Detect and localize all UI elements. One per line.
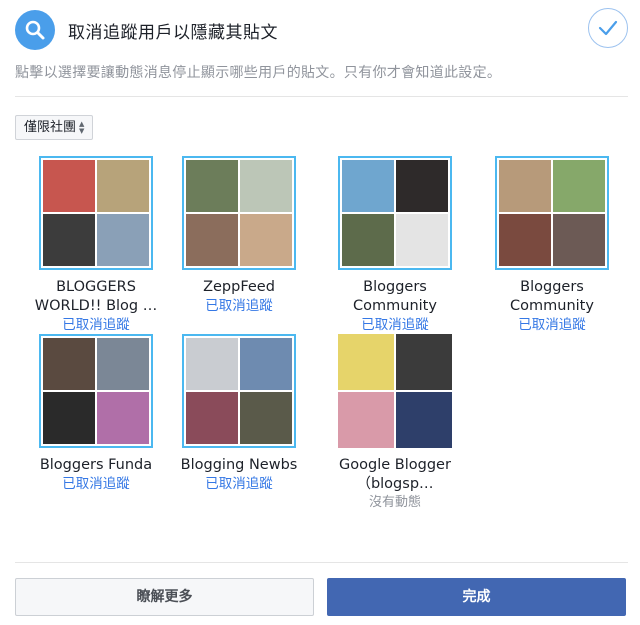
done-button[interactable]: 完成 bbox=[327, 578, 626, 616]
profile-photo bbox=[240, 160, 292, 212]
page-name: Bloggers Community bbox=[510, 279, 594, 314]
profile-photo bbox=[499, 214, 551, 266]
profile-photo bbox=[97, 214, 149, 266]
profile-photo bbox=[396, 392, 452, 448]
page-status: 已取消追蹤 bbox=[518, 317, 586, 333]
profile-photo bbox=[43, 214, 95, 266]
dialog-header: 取消追蹤用戶以隱藏其貼文 bbox=[0, 0, 640, 58]
profile-photo bbox=[186, 160, 238, 212]
dialog-description: 點擊以選擇要讓動態消息停止顯示哪些用戶的貼文。只有你才會知道此設定。 bbox=[15, 65, 502, 81]
page-name: BLOGGERS WORLD!! Blog … bbox=[34, 279, 158, 314]
page-name: Bloggers Community bbox=[353, 279, 437, 314]
profile-photo bbox=[186, 392, 238, 444]
divider bbox=[15, 96, 628, 97]
profile-photo bbox=[97, 160, 149, 212]
profile-photo bbox=[240, 214, 292, 266]
page-item[interactable]: ZeppFeed 已取消追蹤 bbox=[164, 156, 314, 315]
page-thumbnail[interactable] bbox=[182, 334, 296, 448]
profile-photo bbox=[43, 160, 95, 212]
page-thumbnail[interactable] bbox=[338, 156, 452, 270]
profile-photo bbox=[43, 338, 95, 390]
page-item[interactable]: Blogging Newbs 已取消追蹤 bbox=[164, 334, 314, 493]
page-status: 已取消追蹤 bbox=[62, 476, 130, 492]
page-status: 已取消追蹤 bbox=[205, 476, 273, 492]
learn-more-button[interactable]: 瞭解更多 bbox=[15, 578, 314, 616]
profile-photo bbox=[97, 392, 149, 444]
profile-photo bbox=[240, 392, 292, 444]
page-status: 已取消追蹤 bbox=[62, 317, 130, 333]
page-item[interactable]: Bloggers Funda 已取消追蹤 bbox=[21, 334, 171, 493]
profile-photo bbox=[338, 334, 394, 390]
profile-photo bbox=[396, 214, 448, 266]
page-thumbnail[interactable] bbox=[495, 156, 609, 270]
profile-photo bbox=[338, 392, 394, 448]
page-item[interactable]: Bloggers Community 已取消追蹤 bbox=[320, 156, 470, 334]
profile-photo bbox=[342, 214, 394, 266]
profile-photo bbox=[396, 334, 452, 390]
page-thumbnail[interactable] bbox=[338, 334, 452, 448]
page-item[interactable]: Google Blogger（blogsp… 沒有動態 bbox=[320, 334, 470, 512]
dialog-title: 取消追蹤用戶以隱藏其貼文 bbox=[68, 23, 278, 43]
profile-photo bbox=[240, 338, 292, 390]
profile-photo bbox=[499, 160, 551, 212]
checkmark-icon[interactable] bbox=[588, 8, 628, 48]
profile-photo bbox=[553, 160, 605, 212]
profile-photo bbox=[97, 338, 149, 390]
page-status: 沒有動態 bbox=[368, 495, 421, 510]
page-name: Google Blogger（blogsp… bbox=[339, 457, 451, 492]
page-name: ZeppFeed bbox=[203, 279, 275, 295]
filter-dropdown[interactable]: 僅限社團 ▲ ▼ bbox=[15, 115, 94, 140]
page-status: 已取消追蹤 bbox=[361, 317, 429, 333]
page-item[interactable]: Bloggers Community 已取消追蹤 bbox=[477, 156, 627, 334]
page-item[interactable]: BLOGGERS WORLD!! Blog … 已取消追蹤 bbox=[21, 156, 171, 334]
profile-photo bbox=[43, 392, 95, 444]
search-icon bbox=[15, 10, 55, 50]
profile-photo bbox=[342, 160, 394, 212]
filter-label: 僅限社團 bbox=[24, 120, 77, 135]
page-name: Blogging Newbs bbox=[180, 457, 298, 473]
profile-photo bbox=[186, 214, 238, 266]
divider bbox=[15, 562, 628, 563]
page-thumbnail[interactable] bbox=[182, 156, 296, 270]
page-status: 已取消追蹤 bbox=[205, 298, 273, 314]
page-name: Bloggers Funda bbox=[39, 457, 153, 473]
page-thumbnail[interactable] bbox=[39, 156, 153, 270]
profile-photo bbox=[396, 160, 448, 212]
profile-photo bbox=[186, 338, 238, 390]
page-thumbnail[interactable] bbox=[39, 334, 153, 448]
sort-arrows-icon: ▲ ▼ bbox=[79, 119, 85, 135]
profile-photo bbox=[553, 214, 605, 266]
